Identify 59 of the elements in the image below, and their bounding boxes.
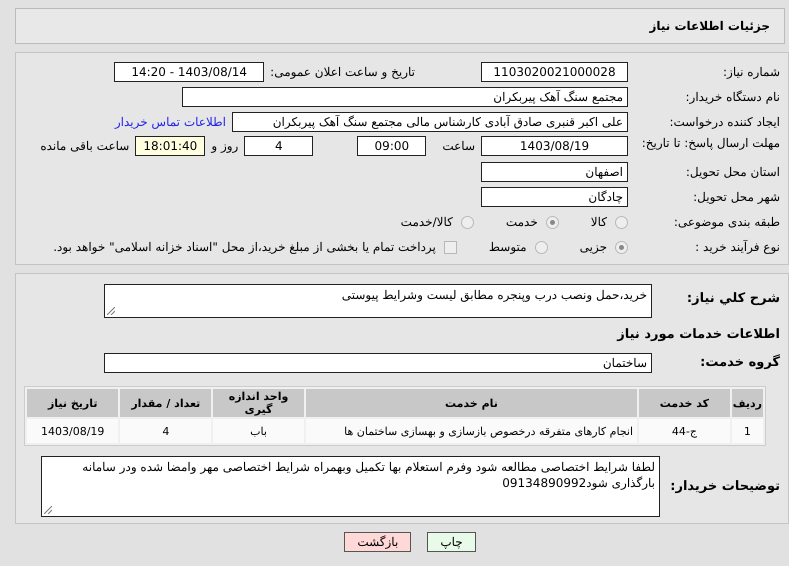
option-label: کالا/خدمت: [400, 215, 453, 229]
text-field[interactable]: 18:01:40: [135, 136, 206, 156]
text-field[interactable]: اصفهان: [481, 162, 628, 182]
field-label: شهر محل تحویل:: [692, 190, 780, 204]
text-field[interactable]: مجتمع سنگ آهک پیربکران: [182, 87, 628, 107]
field-label: استان محل تحویل:: [684, 165, 780, 179]
text-field[interactable]: 09:00: [357, 136, 426, 156]
table-cell: انجام کارهای متفرقه درخصوص بازسازی و بهسازی ساختمان ها: [306, 419, 638, 443]
text-field[interactable]: چادگان: [481, 187, 628, 207]
radio-button[interactable]: [615, 240, 628, 254]
page-title: جزئیات اطلاعات نیاز: [649, 19, 770, 33]
checkbox[interactable]: [444, 240, 457, 254]
field-label: تاریخ و ساعت اعلان عمومی:: [270, 65, 415, 79]
column-header: تعداد / مقدار: [120, 389, 212, 417]
text-field[interactable]: 1103020021000028: [481, 62, 628, 82]
field-label: شماره نیاز:: [722, 65, 780, 79]
table-cell: ج-44: [639, 419, 730, 443]
field-label: ساعت باقی مانده: [40, 139, 130, 153]
table-cell: 1: [732, 419, 763, 443]
column-header: واحد اندازه گیری: [213, 389, 304, 417]
text-field[interactable]: 1403/08/14 - 14:20: [114, 62, 264, 82]
notes-box[interactable]: لطفا شرایط اختصاصی مطالعه شود وفرم استعلام بها تکمیل وبهمراه شرایط اختصاصی مهر وامضا شده ودر سامانه بارگذاری شود09134890992: [41, 456, 660, 517]
field-label: ساعت: [442, 139, 475, 153]
table-cell: 1403/08/19: [27, 419, 118, 443]
column-header: تاریخ نیاز: [27, 389, 118, 417]
field-label: مهلت ارسال پاسخ: تا تاریخ:: [640, 136, 780, 150]
resize-grip-icon[interactable]: [44, 506, 52, 514]
column-header: ردیف: [732, 389, 763, 417]
text-field[interactable]: 1403/08/19: [481, 136, 628, 156]
column-header: کد خدمت: [639, 389, 730, 417]
print-button[interactable]: چاپ: [427, 532, 476, 552]
description-box[interactable]: خرید،حمل ونصب درب وپنجره مطابق لیست وشرایط پیوستی: [104, 284, 652, 318]
field-label: روز و: [211, 139, 238, 153]
option-label: پرداخت تمام یا بخشی از مبلغ خرید،از محل "اسناد خزانه اسلامی" خواهد بود.: [53, 240, 436, 254]
option-label: جزیی: [580, 240, 607, 254]
text-field[interactable]: ساختمان: [104, 353, 652, 373]
section-title: اطلاعات خدمات مورد نیاز: [616, 328, 780, 342]
field-label: نام دستگاه خریدار:: [684, 90, 780, 104]
table-cell: باب: [213, 419, 304, 443]
field-label: طبقه بندی موضوعی:: [672, 215, 780, 229]
field-label: شرح کلي نياز:: [686, 292, 780, 306]
radio-button[interactable]: [615, 216, 628, 228]
resize-grip-icon[interactable]: [107, 307, 115, 315]
field-label: گروه خدمت:: [699, 356, 780, 370]
field-label: توضیحات خریدار:: [669, 480, 780, 494]
field-label: ایجاد کننده درخواست:: [668, 115, 780, 129]
radio-button[interactable]: [460, 216, 474, 228]
field-label: نوع فرآیند خرید :: [694, 240, 780, 254]
radio-button[interactable]: [546, 216, 559, 228]
table-cell: 4: [120, 419, 212, 443]
text-field[interactable]: 4: [244, 136, 314, 156]
back-button[interactable]: بازگشت: [344, 532, 412, 552]
option-label: خدمت: [506, 215, 538, 229]
option-label: کالا: [590, 215, 607, 229]
radio-button[interactable]: [534, 240, 548, 254]
option-label: متوسط: [488, 240, 527, 254]
column-header: نام خدمت: [306, 389, 638, 417]
contact-link[interactable]: اطلاعات تماس خریدار: [114, 115, 226, 129]
text-field[interactable]: علی اکبر قنبری صادق آبادی کارشناس مالی مجتمع سنگ آهک پیربکران: [232, 112, 628, 132]
